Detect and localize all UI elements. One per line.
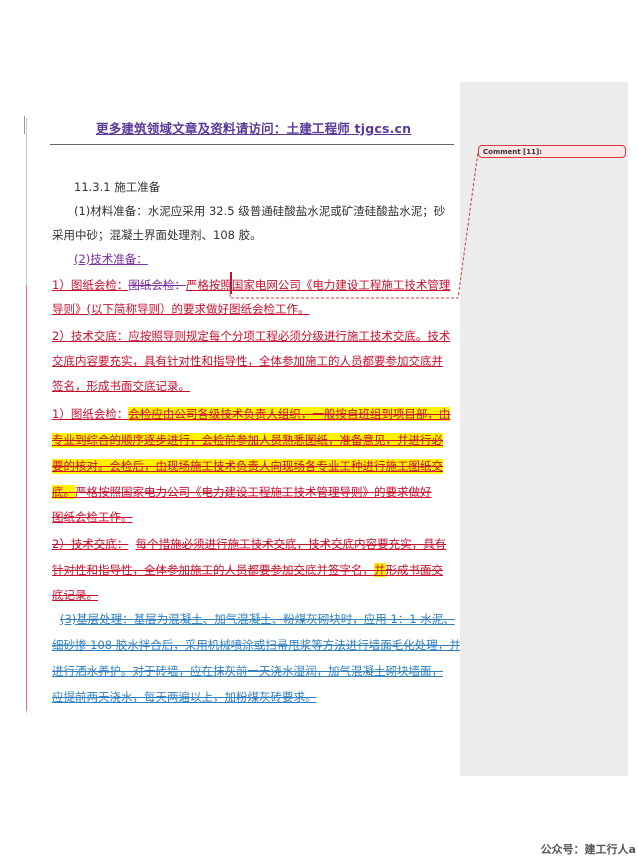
deleted-text: 严格按照国家电力公司《电力建设工程施工技术管理导则》的要求做好 [75,485,432,499]
deleted-drawing-review-5: 图纸会检工作。 [52,510,133,524]
deleted-drawing-review-3: 要的核对。会检后，由现场施工技术负责人向现场各专业工种进行施工图纸交 [52,459,443,474]
deleted-tech-briefing-1: 2）技术交底： 每个措施必须进行施工技术交底，技术交底内容要充实，具有 [52,537,446,552]
inserted-text: 严格按照国家电网公司《电力建设工程施工技术管理 [185,278,451,292]
inserted-drawing-review-1: 1）图纸会检：图纸会检：严格按照国家电网公司《电力建设工程施工技术管理 [52,278,450,293]
deleted-tech-briefing-3: 底记录。 [52,588,98,602]
inserted-tech-briefing-2: 交底内容要充实，具有针对性和指导性，全体参加施工的人员都要参加交底并 [52,354,443,368]
section-title: 11.3.1 施工准备 [74,180,161,194]
comment-pane [460,82,628,776]
paragraph-materials-2: 采用中砂；混凝土界面处理剂、108 胶。 [52,228,262,242]
deleted-highlighted-text: 会检应由公司各级技术负责人组织，一般按自班组到项目部，由 [128,407,451,421]
deleted-base-treatment-1: (3)基层处理：基层为混凝土、加气混凝土、粉煤灰砌块时，应用 1：1 水泥、 [60,612,455,626]
header-link[interactable]: 更多建筑领域文章及资料请访问：土建工程师 tjgcs.cn [96,118,411,137]
deleted-text: 针对性和指导性，全体参加施工的人员都要参加交底并签字名， [52,563,374,577]
deleted-text: 图纸会检： [128,278,186,292]
deleted-drawing-review-2: 专业到综合的顺序逐步进行，会检前参加人员熟悉图纸，准备意见，并进行必 [52,433,443,448]
deleted-base-treatment-4: 应提前两天浇水，每天两遍以上，加粉煤灰砖要求。 [52,690,317,704]
deleted-base-treatment-3: 进行洒水养护。对于砖墙，应在抹灰前一天浇水湿润，加气混凝土砌块墙面， [52,664,443,678]
inserted-tech-briefing-1: 2）技术交底：应按照导则规定每个分项工程必须分级进行施工技术交底。技术 [52,329,451,343]
deleted-text: 每个措施必须进行施工技术交底，技术交底内容要充实，具有 [135,537,447,551]
watermark-footer: 公众号：建工行人a [540,843,636,856]
inserted-tech-briefing-3: 签名，形成书面交底记录。 [52,379,190,393]
deleted-highlighted-text: 并 [374,563,386,577]
inserted-text: 1）图纸会检： [52,407,129,421]
inserted-drawing-review-2: 导则》(以下简称导则）的要求做好图纸会检工作。 [52,302,310,316]
deleted-tech-briefing-2: 针对性和指导性，全体参加施工的人员都要参加交底并签字名，并形成书面交 [52,563,443,578]
deleted-base-treatment-2: 细砂掺 108 胶水拌合后，采用机械喷涂或扫帚甩浆等方法进行墙面毛化处理，并 [52,638,461,652]
deleted-drawing-review-4: 底。严格按照国家电力公司《电力建设工程施工技术管理导则》的要求做好 [52,485,432,500]
inserted-text: 1）图纸会检： [52,278,129,292]
deleted-text: 形成书面交 [385,563,444,577]
change-bar [26,285,27,710]
deleted-highlighted-text: 底。 [52,485,75,499]
comment-balloon[interactable]: Comment [11]: [478,145,626,158]
header-rule [50,144,454,145]
tech-prep-heading: (2)技术准备： [74,252,148,266]
paragraph-materials-1: (1)材料准备：水泥应采用 32.5 级普通硅酸盐水泥或矿渣硅酸盐水泥；砂 [74,204,446,218]
document-page: 更多建筑领域文章及资料请访问：土建工程师 tjgcs.cn 11.3.1 施工准… [0,0,461,861]
deleted-drawing-review-1: 1）图纸会检：会检应由公司各级技术负责人组织，一般按自班组到项目部，由 [52,407,451,422]
deleted-text: 2）技术交底： [52,537,129,551]
header-tick [24,116,25,134]
text-cursor [230,272,232,294]
